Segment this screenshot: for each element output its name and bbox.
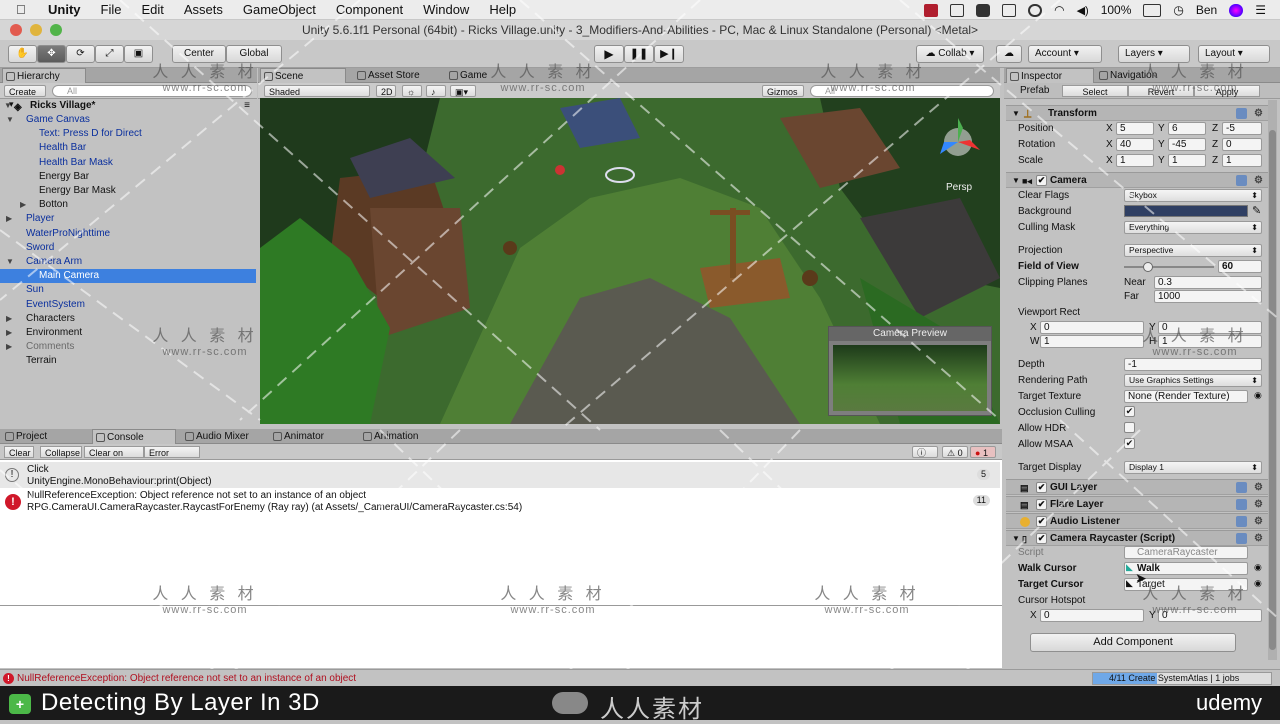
watermark-text: 人 人 素 材 [152, 64, 258, 81]
watermark-text: 人 人 素 材 [820, 64, 926, 81]
puzzle-icon: + [9, 694, 31, 714]
watermark: 人 人 素 材 www.rr-sc.com [1140, 580, 1250, 616]
watermark-line [199, 429, 461, 681]
watermark-logo-text: 人人素材 [600, 696, 704, 723]
watermark-text: 人 人 素 材 [814, 586, 920, 603]
watermark-url: www.rr-sc.com [1152, 604, 1238, 616]
watermark: 人 人 素 材 www.rr-sc.com [498, 580, 608, 616]
watermark-line [899, 0, 1280, 321]
watermark-url: www.rr-sc.com [1152, 346, 1238, 358]
udemy-logo: udemy [1196, 690, 1263, 715]
watermark-text: 人 人 素 材 [1142, 586, 1248, 603]
watermark-text: 人 人 素 材 [1142, 328, 1248, 345]
watermark-url: www.rr-sc.com [510, 604, 596, 616]
watermark: 人 人 素 材 www.rr-sc.com [150, 58, 260, 94]
video-caption-bar: + Detecting By Layer In 3D 人人素材 udemy [0, 686, 1280, 723]
watermark-line [719, 429, 981, 681]
watermark-logo-icon [552, 692, 588, 714]
watermark: 人 人 素 材 www.rr-sc.com [1140, 322, 1250, 358]
watermark-line [379, 429, 641, 681]
status-error-message[interactable]: NullReferenceException: Object reference… [17, 670, 356, 687]
caption-title: Detecting By Layer In 3D [41, 689, 320, 716]
watermark-line [239, 0, 701, 421]
watermark-url: www.rr-sc.com [500, 82, 586, 94]
watermark-text: 人 人 素 材 [500, 586, 606, 603]
watermark-line [0, 0, 361, 301]
status-bar[interactable]: ! NullReferenceException: Object referen… [0, 669, 1280, 686]
watermark-text: 人 人 素 材 [1142, 64, 1248, 81]
watermark-url: www.rr-sc.com [162, 82, 248, 94]
watermark-line [879, 429, 1141, 681]
watermark-text: 人 人 素 材 [152, 586, 258, 603]
watermark-text: 人 人 素 材 [490, 64, 596, 81]
progress-bar: 4/11 Create SystemAtlas | 1 jobs [1092, 672, 1272, 685]
watermark: 人 人 素 材 www.rr-sc.com [1140, 58, 1250, 94]
watermark-line [559, 429, 801, 681]
watermark-url: www.rr-sc.com [830, 82, 916, 94]
watermark: 人 人 素 材 www.rr-sc.com [150, 322, 260, 358]
watermark-text: 人 人 素 材 [152, 328, 258, 345]
watermark-url: www.rr-sc.com [162, 604, 248, 616]
watermark-line [559, 0, 1061, 431]
watermark-line [0, 469, 251, 681]
watermark-url: www.rr-sc.com [824, 604, 910, 616]
error-icon: ! [3, 673, 14, 684]
watermark: 人 人 素 材 www.rr-sc.com [818, 58, 928, 94]
progress-label: 4/11 Create SystemAtlas | 1 jobs [1109, 673, 1240, 683]
watermark-url: www.rr-sc.com [162, 346, 248, 358]
watermark-url: www.rr-sc.com [1152, 82, 1238, 94]
watermark: 人 人 素 材 www.rr-sc.com [150, 580, 260, 616]
watermark: 人 人 素 材 www.rr-sc.com [812, 580, 922, 616]
watermark: 人 人 素 材 www.rr-sc.com [488, 58, 598, 94]
